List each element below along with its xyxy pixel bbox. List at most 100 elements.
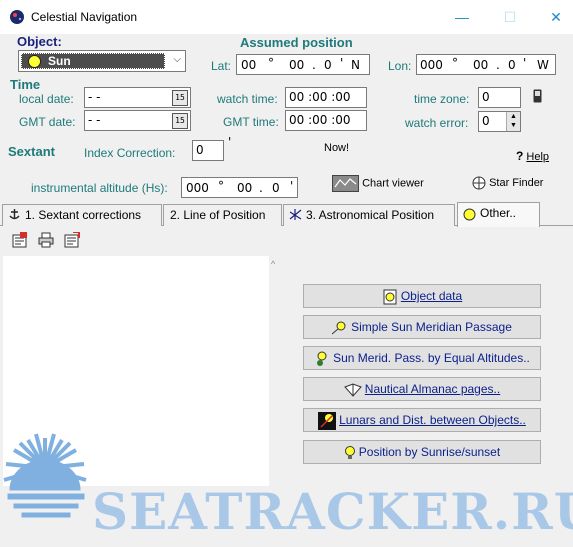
app-globe-icon [10,10,24,24]
chart-viewer-button[interactable]: Chart viewer [332,175,424,192]
almanac-book-icon [343,383,362,397]
degree-symbol: ° [218,179,224,193]
action-label: Object data [400,289,463,303]
watch-error-value: 0 [482,114,490,128]
lon-hemisphere[interactable]: W [537,58,549,72]
watch-time-field[interactable]: 00 :00 :00 [285,87,367,108]
lat-deg[interactable]: 00 [241,58,256,72]
tab-bar: 1. Sextant corrections 2. Line of Positi… [0,202,573,227]
gmt-time-field[interactable]: 00 :00 :00 [285,110,367,131]
help-icon: ? [516,149,524,163]
watch-time-value: 00 :00 :00 [289,90,351,104]
index-correction-label: Index Correction: [84,146,176,160]
hs-label: instrumental altitude (Hs): [31,181,168,195]
object-selected: Sun [21,53,165,69]
watch-time-label: watch time: [217,92,278,106]
lon-deg[interactable]: 000 [420,58,443,72]
sun-equal-altitudes-button[interactable]: Sun Merid. Pass. by Equal Altitudes.. [303,346,541,370]
tab-sextant-corrections[interactable]: 1. Sextant corrections [2,204,162,226]
action-label: Nautical Almanac pages.. [364,382,501,396]
minute-symbol: ' [290,179,294,193]
sun-meridian-icon [332,321,346,335]
action-label: Sun Merid. Pass. by Equal Altitudes.. [333,351,530,365]
gmt-time-value: 00 :00 :00 [289,113,351,127]
index-unit: ' [228,135,232,149]
anchor-icon [9,209,20,220]
action-label: Lunars and Dist. between Objects.. [339,413,526,427]
object-label: Object: [17,34,62,49]
hs-tenth[interactable]: 0 [272,181,280,195]
hs-deg[interactable]: 000 [186,181,209,195]
tab-other[interactable]: Other.. [457,202,540,227]
lat-label: Lat: [211,59,232,73]
star-finder-button[interactable]: Star Finder [472,176,543,190]
tab-label: 1. Sextant corrections [25,208,142,222]
action-label: Simple Sun Meridian Passage [351,320,512,334]
assumed-position-heading: Assumed position [240,35,353,50]
time-heading: Time [10,77,41,92]
spin-down-icon[interactable]: ▼ [507,121,520,130]
minute-symbol: ' [340,56,344,70]
lon-label: Lon: [388,59,412,73]
calendar-icon[interactable]: 15 [172,90,188,106]
minimize-button[interactable]: — [439,0,485,34]
hs-min[interactable]: 00 [237,181,252,195]
sun-icon [28,55,41,68]
tab-label: 2. Line of Position [170,208,266,222]
scroll-up-icon[interactable]: ^ [271,259,275,269]
chevron-down-icon[interactable]: ⌵ [173,54,181,65]
lon-tenth[interactable]: 0 [508,58,516,72]
now-button[interactable]: Now! [324,142,349,154]
object-selected-text: Sun [48,54,71,68]
simple-sun-meridian-passage-button[interactable]: Simple Sun Meridian Passage [303,315,541,339]
time-zone-label: time zone: [414,92,470,106]
gmt-date-value: - - [88,113,101,127]
lon-min[interactable]: 00 [473,58,488,72]
object-select[interactable]: Sun ⌵ [18,50,186,72]
chart-icon [332,175,359,192]
degree-symbol: ° [268,56,274,70]
lat-tenth[interactable]: 0 [324,58,332,72]
star-finder-label: Star Finder [489,176,544,189]
object-data-icon [383,289,397,305]
time-zone-value: 0 [482,90,490,104]
gmt-time-label: GMT time: [223,115,279,129]
watch-error-label: watch error: [405,116,469,130]
watch-error-spinner[interactable]: ▲ ▼ [506,112,520,131]
title-bar: Celestial Navigation — ☐ ✕ [0,0,573,34]
tab-line-of-position[interactable]: 2. Line of Position [163,204,282,226]
tab-label: 3. Astronomical Position [306,208,435,222]
lat-hemisphere[interactable]: N [351,58,360,72]
close-button[interactable]: ✕ [533,0,573,34]
gmt-date-label: GMT date: [19,115,76,129]
help-label: Help [526,151,550,163]
decimal-point: . [496,58,500,72]
triangle-fix-icon [289,209,302,220]
minute-symbol: ' [523,56,527,70]
lat-min[interactable]: 00 [289,58,304,72]
object-data-button[interactable]: Object data [303,284,541,308]
chart-viewer-label: Chart viewer [362,177,424,190]
sun-equal-altitudes-icon [317,351,327,366]
watermark-text: SEATRACKER.RU [92,482,573,541]
local-date-value: - - [88,90,101,104]
tab-label: Other.. [480,206,517,220]
help-button[interactable]: ? Help [516,149,549,163]
phone-icon[interactable] [533,89,542,103]
maximize-button[interactable]: ☐ [487,0,533,34]
time-zone-field[interactable]: 0 [478,87,521,108]
index-correction-value: 0 [196,143,204,157]
star-finder-icon [472,176,486,190]
print-icon[interactable] [38,232,54,248]
index-correction-field[interactable]: 0 [192,140,224,161]
degree-symbol: ° [452,56,458,70]
spin-up-icon[interactable]: ▲ [507,112,520,121]
nautical-almanac-button[interactable]: Nautical Almanac pages.. [303,377,541,401]
tab-astronomical-position[interactable]: 3. Astronomical Position [283,204,455,226]
export-file-icon[interactable] [64,232,80,248]
sextant-heading: Sextant [8,144,55,159]
window-title: Celestial Navigation [31,10,138,24]
open-file-icon[interactable] [12,232,28,248]
calendar-icon[interactable]: 15 [172,113,188,129]
decimal-point: . [312,58,316,72]
